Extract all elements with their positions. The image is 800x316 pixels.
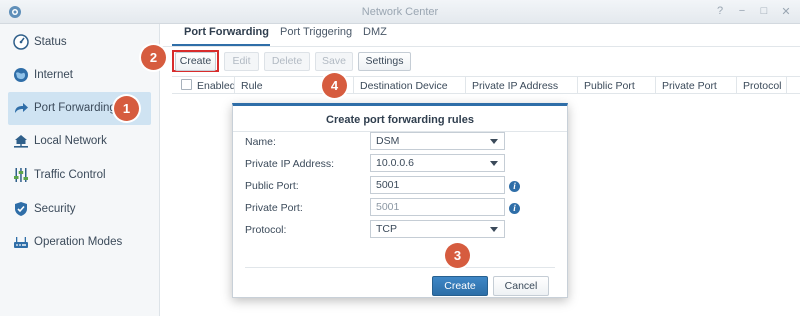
step-badge-3: 3 <box>445 243 470 268</box>
column-header-destination-device[interactable]: Destination Device <box>360 80 448 92</box>
private-port-input[interactable]: 5001 <box>370 198 505 216</box>
chevron-down-icon <box>490 161 498 166</box>
shield-icon <box>15 202 27 216</box>
tab-divider <box>160 46 800 47</box>
name-label: Name: <box>245 136 276 148</box>
maximize-button[interactable]: □ <box>757 5 771 17</box>
sidebar-item-status[interactable]: Status <box>8 26 151 59</box>
tab-port-triggering[interactable]: Port Triggering <box>280 26 352 38</box>
minimize-button[interactable]: − <box>735 5 749 17</box>
column-header-private-ip[interactable]: Private IP Address <box>472 80 558 92</box>
name-select[interactable]: DSM <box>370 132 505 150</box>
select-all-checkbox[interactable] <box>181 79 192 90</box>
protocol-select-value: TCP <box>376 223 397 235</box>
column-separator <box>577 77 578 93</box>
private-ip-select-value: 10.0.0.6 <box>376 157 414 169</box>
step-badge-4: 4 <box>322 73 347 98</box>
sidebar-item-local-network[interactable]: Local Network <box>8 125 151 158</box>
column-separator <box>465 77 466 93</box>
step-badge-2: 2 <box>141 45 166 70</box>
sidebar-item-traffic-control[interactable]: Traffic Control <box>8 159 151 192</box>
private-ip-select[interactable]: 10.0.0.6 <box>370 154 505 172</box>
public-port-value: 5001 <box>376 179 400 191</box>
tab-port-forwarding[interactable]: Port Forwarding <box>184 26 269 38</box>
name-select-value: DSM <box>376 135 400 147</box>
private-port-label: Private Port: <box>245 202 303 214</box>
protocol-label: Protocol: <box>245 224 287 236</box>
private-ip-label: Private IP Address: <box>245 158 335 170</box>
title-bar: Network Center ? − □ ✕ <box>0 0 800 24</box>
dialog-create-button[interactable]: Create <box>432 276 488 296</box>
sidebar-item-operation-modes[interactable]: Operation Modes <box>8 226 151 259</box>
public-port-input[interactable]: 5001 <box>370 176 505 194</box>
info-icon[interactable]: i <box>509 203 520 214</box>
column-header-rule[interactable]: Rule <box>241 80 263 92</box>
gauge-icon <box>13 34 29 50</box>
sidebar-item-label: Traffic Control <box>34 169 106 181</box>
help-button[interactable]: ? <box>713 5 727 17</box>
rules-table-header: Enabled Rule Destination Device Private … <box>172 76 800 94</box>
sidebar-item-label: Operation Modes <box>34 236 123 248</box>
sidebar-item-label: Internet <box>34 69 73 81</box>
dialog-title: Create port forwarding rules <box>326 114 474 126</box>
settings-button[interactable]: Settings <box>358 52 411 71</box>
close-button[interactable]: ✕ <box>779 5 793 18</box>
dialog-cancel-button[interactable]: Cancel <box>493 276 549 296</box>
tab-dmz[interactable]: DMZ <box>363 26 387 38</box>
home-network-icon <box>14 135 28 148</box>
info-icon[interactable]: i <box>509 181 520 192</box>
arrow-forward-icon <box>15 103 28 113</box>
sidebar-item-label: Local Network <box>34 135 107 147</box>
sidebar-item-security[interactable]: Security <box>8 193 151 226</box>
column-header-protocol[interactable]: Protocol <box>743 80 782 92</box>
column-separator <box>786 77 787 93</box>
sidebar-item-label: Security <box>34 203 76 215</box>
sidebar-item-internet[interactable]: Internet <box>8 59 151 92</box>
step-badge-1: 1 <box>114 96 139 121</box>
delete-button[interactable]: Delete <box>264 52 310 71</box>
create-rule-dialog: Create port forwarding rules Name: DSM P… <box>232 103 568 298</box>
globe-icon <box>14 68 28 82</box>
chevron-down-icon <box>490 139 498 144</box>
edit-button[interactable]: Edit <box>224 52 259 71</box>
dialog-footer-divider <box>245 267 555 268</box>
save-button[interactable]: Save <box>315 52 353 71</box>
window-title: Network Center <box>361 6 439 18</box>
column-header-enabled[interactable]: Enabled <box>197 80 236 92</box>
private-port-placeholder: 5001 <box>376 201 400 213</box>
column-separator <box>655 77 656 93</box>
sidebar-item-label: Status <box>34 36 67 48</box>
sidebar-item-label: Port Forwarding <box>34 102 116 114</box>
column-separator <box>234 77 235 93</box>
chevron-down-icon <box>490 227 498 232</box>
column-header-private-port[interactable]: Private Port <box>662 80 717 92</box>
column-separator <box>736 77 737 93</box>
router-icon <box>14 237 28 248</box>
sidebar: Status Internet Port Forwarding Local Ne… <box>0 24 160 316</box>
create-button[interactable]: Create <box>175 52 216 71</box>
column-header-public-port[interactable]: Public Port <box>584 80 635 92</box>
protocol-select[interactable]: TCP <box>370 220 505 238</box>
public-port-label: Public Port: <box>245 180 299 192</box>
sliders-icon <box>14 168 28 182</box>
column-separator <box>353 77 354 93</box>
